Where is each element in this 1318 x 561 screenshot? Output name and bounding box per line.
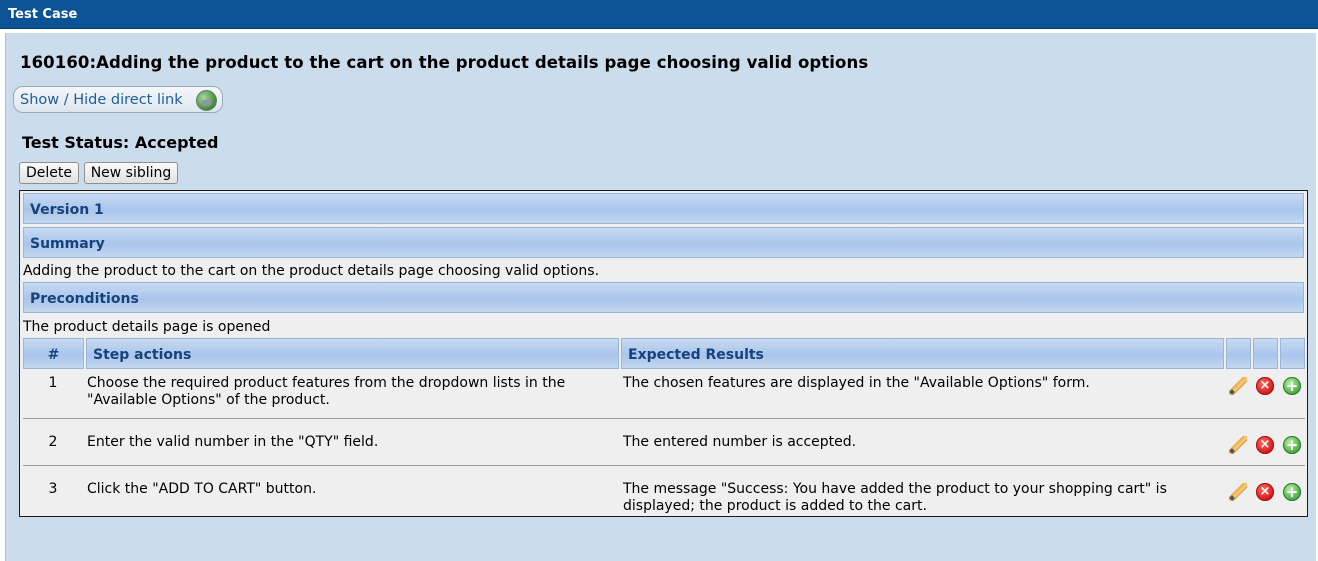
- step-number: 3: [48, 481, 58, 497]
- globe-link-icon: [196, 90, 217, 111]
- preconditions-heading: Preconditions: [30, 291, 139, 307]
- step-expected-result: The entered number is accepted.: [623, 434, 857, 450]
- add-plus-icon[interactable]: +: [1283, 436, 1301, 454]
- row-divider: [23, 465, 1305, 466]
- delete-x-icon[interactable]: ×: [1256, 377, 1274, 395]
- version-label: Version 1: [30, 202, 104, 218]
- row-divider: [23, 418, 1305, 419]
- column-header-expected-results: Expected Results: [621, 338, 1224, 369]
- show-hide-direct-link-button[interactable]: Show / Hide direct link: [13, 86, 223, 113]
- edit-pencil-icon[interactable]: [1229, 436, 1247, 454]
- step-action: Enter the valid number in the "QTY" fiel…: [87, 434, 379, 450]
- add-plus-icon[interactable]: +: [1283, 483, 1301, 501]
- delete-x-icon[interactable]: ×: [1256, 483, 1274, 501]
- delete-x-icon[interactable]: ×: [1256, 436, 1274, 454]
- add-plus-icon[interactable]: +: [1283, 377, 1301, 395]
- page-title: 160160:Adding the product to the cart on…: [20, 53, 869, 72]
- window-titlebar: Test Case: [0, 0, 1318, 29]
- test-status: Test Status: Accepted: [22, 133, 219, 152]
- version-header[interactable]: Version 1: [23, 193, 1304, 224]
- summary-header: Summary: [23, 227, 1304, 258]
- step-number: 1: [48, 375, 58, 391]
- new-sibling-button[interactable]: New sibling: [84, 162, 178, 184]
- step-action: Click the "ADD TO CART" button.: [87, 481, 317, 497]
- preconditions-text: The product details page is opened: [23, 319, 271, 335]
- window-title: Test Case: [8, 7, 78, 22]
- test-case-content: Version 1 Summary Adding the product to …: [19, 190, 1308, 517]
- step-number: 2: [48, 434, 58, 450]
- delete-button[interactable]: Delete: [19, 162, 79, 184]
- step-action: Choose the required product features fro…: [87, 375, 566, 408]
- preconditions-header: Preconditions: [23, 282, 1304, 313]
- column-step-actions-label: Step actions: [93, 347, 192, 363]
- summary-heading: Summary: [30, 236, 105, 252]
- test-case-panel: 160160:Adding the product to the cart on…: [5, 33, 1316, 561]
- column-number-label: #: [47, 347, 60, 363]
- column-header-add: [1280, 338, 1305, 369]
- column-header-step-actions: Step actions: [86, 338, 619, 369]
- column-header-edit: [1226, 338, 1251, 369]
- column-expected-results-label: Expected Results: [628, 347, 764, 363]
- column-header-number: #: [23, 338, 84, 369]
- summary-text: Adding the product to the cart on the pr…: [23, 263, 600, 279]
- direct-link-label: Show / Hide direct link: [20, 92, 183, 108]
- edit-pencil-icon[interactable]: [1229, 377, 1247, 395]
- step-expected-result: The chosen features are displayed in the…: [623, 375, 1090, 391]
- step-expected-result: The message "Success: You have added the…: [623, 481, 1167, 514]
- column-header-delete: [1253, 338, 1278, 369]
- edit-pencil-icon[interactable]: [1229, 483, 1247, 501]
